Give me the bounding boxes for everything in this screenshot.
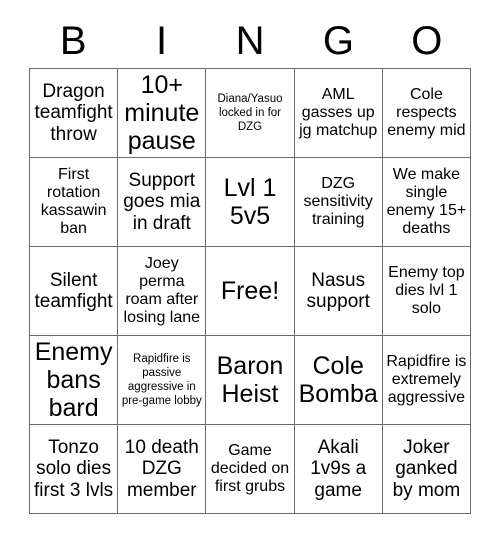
bingo-cell[interactable]: 10 death DZG member — [118, 425, 207, 514]
header-letter-b: B — [59, 19, 87, 63]
bingo-cell[interactable]: Baron Heist — [206, 336, 295, 425]
bingo-cell[interactable]: Joey perma roam after losing lane — [118, 247, 207, 336]
bingo-cell[interactable]: Dragon teamfight throw — [30, 69, 119, 158]
bingo-cell[interactable]: Diana/Yasuo locked in for DZG — [206, 69, 295, 158]
bingo-cell-label: First rotation kassawin ban — [40, 166, 107, 237]
bingo-cell[interactable]: Rapidfire is passive aggressive in pre-g… — [118, 336, 207, 425]
bingo-cell-label: Silent teamfight — [34, 269, 113, 312]
bingo-cell-label: Enemy bans bard — [34, 338, 113, 422]
bingo-cell[interactable]: Enemy bans bard — [30, 336, 119, 425]
bingo-cell-label: Joker ganked by mom — [392, 437, 461, 501]
bingo-cell-label: Rapidfire is passive aggressive in pre-g… — [121, 352, 202, 408]
bingo-cell-label: Support goes mia in draft — [123, 170, 201, 234]
bingo-cell-label: Enemy top dies lvl 1 solo — [388, 264, 465, 317]
bingo-cell[interactable]: Rapidfire is extremely aggressive — [382, 336, 471, 425]
bingo-cell-label: Dragon teamfight throw — [34, 81, 113, 145]
bingo-cell[interactable]: Support goes mia in draft — [118, 158, 207, 247]
bingo-cell[interactable]: Joker ganked by mom — [382, 425, 471, 514]
bingo-cell-label: Cole Bomba — [298, 352, 378, 408]
bingo-cell[interactable]: Nasus support — [294, 247, 383, 336]
header-letter-n: N — [235, 19, 265, 63]
header-letter-o: O — [411, 19, 443, 63]
header-letter-i: I — [156, 19, 168, 63]
bingo-cell-label: AML gasses up jg matchup — [299, 86, 378, 139]
header-letter-g: G — [322, 19, 354, 63]
bingo-cell[interactable]: Akali 1v9s a game — [294, 425, 383, 514]
bingo-cell-label: 10 death DZG member — [124, 437, 199, 501]
bingo-cell-label: Akali 1v9s a game — [310, 437, 367, 501]
bingo-cell-label: 10+ minute pause — [124, 71, 200, 155]
bingo-cell[interactable]: We make single enemy 15+ deaths — [382, 158, 471, 247]
bingo-cell-label: Cole respects enemy mid — [387, 86, 466, 139]
bingo-cell-label: Tonzo solo dies first 3 lvls — [34, 437, 114, 501]
bingo-cell-label: Nasus support — [306, 269, 370, 312]
bingo-cell-free[interactable]: Free! — [206, 247, 295, 336]
bingo-cell-label: Free! — [220, 277, 280, 305]
bingo-header: B I N G O — [29, 14, 471, 68]
bingo-card: B I N G O Dragon teamfight throw 10+ min… — [0, 0, 500, 544]
bingo-cell[interactable]: Tonzo solo dies first 3 lvls — [30, 425, 119, 514]
bingo-cell-label: Rapidfire is extremely aggressive — [386, 353, 467, 406]
bingo-cell-label: Lvl 1 5v5 — [223, 174, 277, 230]
bingo-cell[interactable]: AML gasses up jg matchup — [294, 69, 383, 158]
bingo-cell-label: Diana/Yasuo locked in for DZG — [217, 92, 283, 133]
bingo-cell[interactable]: Enemy top dies lvl 1 solo — [382, 247, 471, 336]
bingo-cell[interactable]: Cole Bomba — [294, 336, 383, 425]
bingo-cell-label: Game decided on first grubs — [210, 442, 290, 495]
bingo-cell[interactable]: DZG sensitivity training — [294, 158, 383, 247]
bingo-cell[interactable]: 10+ minute pause — [118, 69, 207, 158]
bingo-cell-label: Baron Heist — [216, 352, 284, 408]
bingo-grid: Dragon teamfight throw 10+ minute pause … — [29, 68, 471, 514]
bingo-cell[interactable]: Game decided on first grubs — [206, 425, 295, 514]
bingo-cell[interactable]: Silent teamfight — [30, 247, 119, 336]
bingo-cell-label: DZG sensitivity training — [303, 175, 373, 228]
bingo-cell-label: We make single enemy 15+ deaths — [386, 166, 467, 237]
bingo-cell[interactable]: First rotation kassawin ban — [30, 158, 119, 247]
bingo-cell-label: Joey perma roam after losing lane — [123, 255, 201, 326]
bingo-cell[interactable]: Cole respects enemy mid — [382, 69, 471, 158]
bingo-cell[interactable]: Lvl 1 5v5 — [206, 158, 295, 247]
